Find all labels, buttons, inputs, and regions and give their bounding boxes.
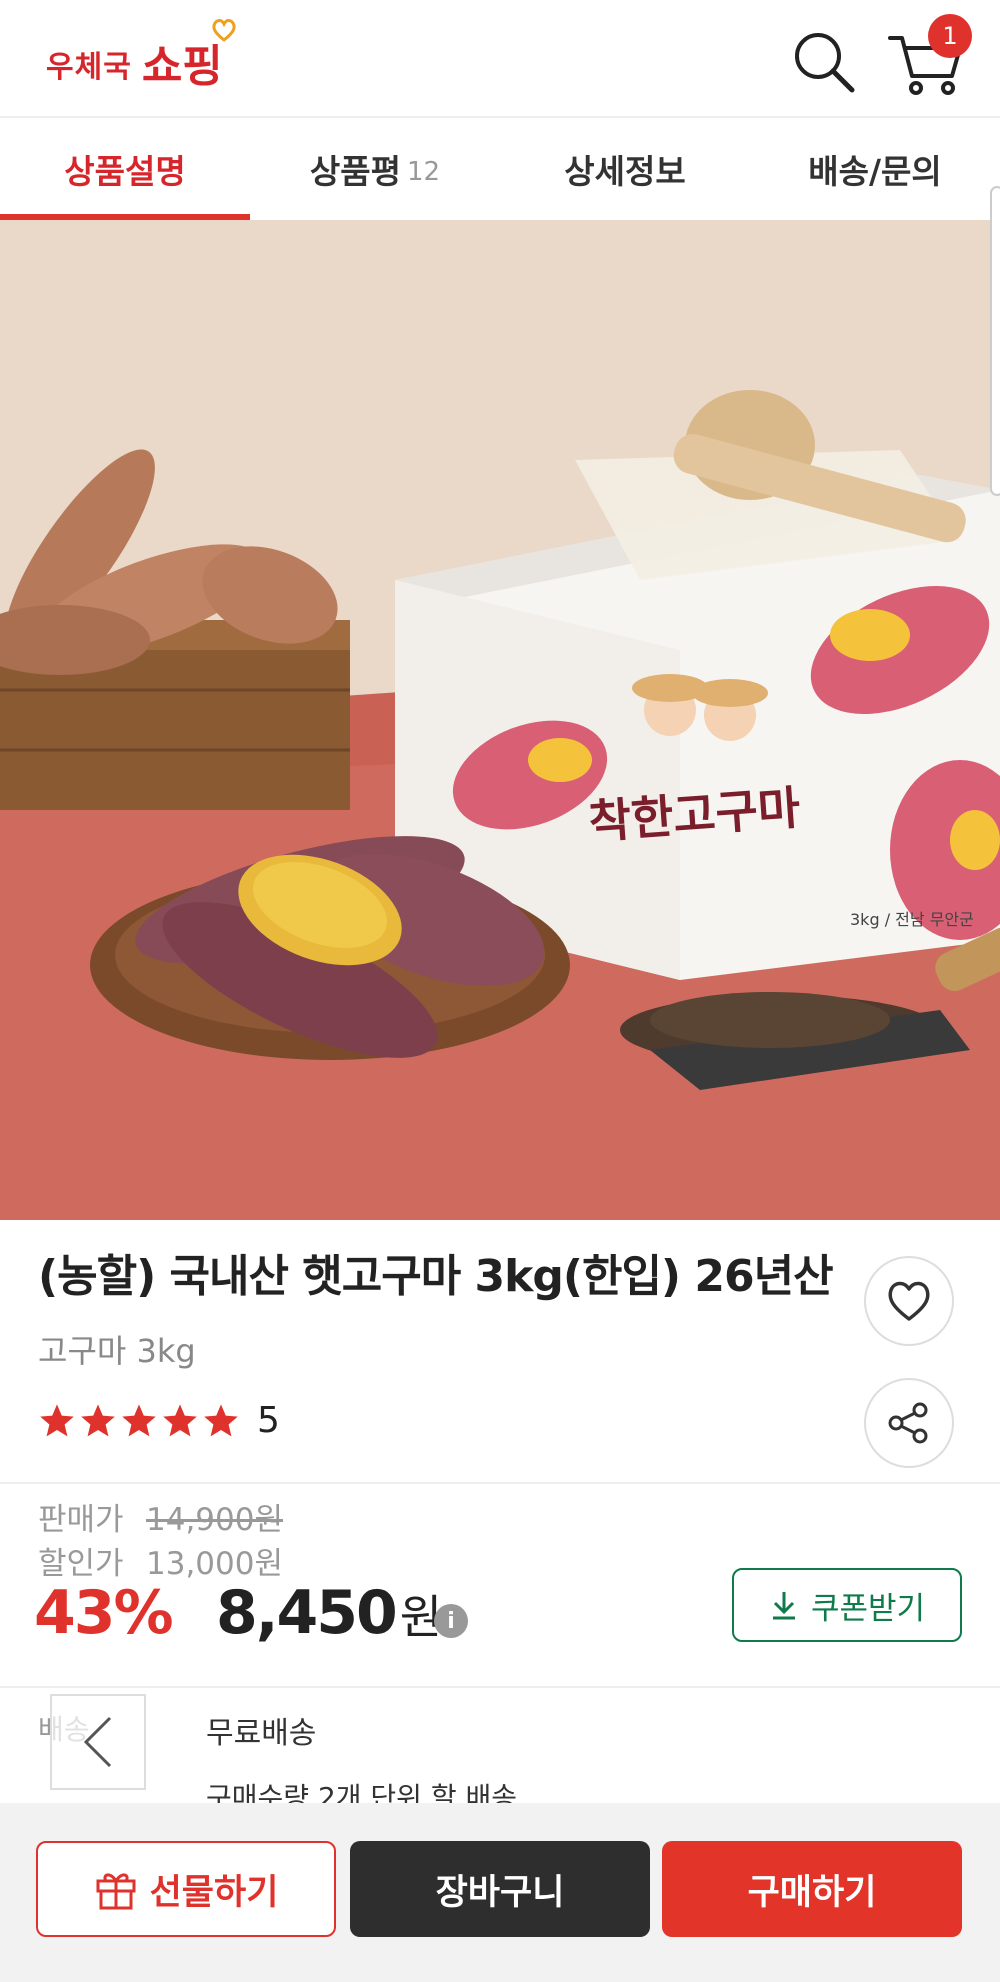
gift-button[interactable]: 선물하기 [36,1841,336,1937]
product-photo: 착한고구마 3kg / 전남 무안군 [0,220,1000,1220]
logo-brand-large: 쇼핑 [141,19,236,94]
star-icon [40,1403,74,1436]
bottom-action-bar: 선물하기 장바구니 구매하기 [0,1803,1000,1982]
tab-label: 상품평 [309,152,401,191]
rating-stars [38,1402,243,1440]
star-icon [163,1403,197,1436]
add-to-cart-button[interactable]: 장바구니 [350,1841,650,1937]
divider [0,1482,1000,1484]
rating-score: 5 [257,1400,280,1441]
divider [0,1686,1000,1688]
search-icon [795,33,855,93]
cart-count-badge: 1 [928,14,972,58]
tab-shipping-inquiry[interactable]: 배송/문의 [750,118,1000,220]
product-title: (농할) 국내산 햇고구마 3kg(한입) 26년산 [38,1251,834,1302]
tab-label: 상세정보 [564,152,686,191]
gift-label: 선물하기 [149,1872,279,1913]
app-header: 우체국 쇼핑 1 [0,0,1000,118]
final-price-value: 8,450 [216,1578,398,1648]
coupon-download-button[interactable]: 쿠폰받기 [732,1568,962,1642]
buy-now-button[interactable]: 구매하기 [662,1841,962,1937]
search-button[interactable] [790,28,856,94]
star-icon [81,1403,115,1436]
tab-label: 상품설명 [64,152,186,191]
side-scroll-handle[interactable] [990,186,1000,496]
product-subtitle: 고구마 3kg [38,1332,196,1370]
tab-label: 배송/문의 [808,152,942,191]
product-image: 착한고구마 3kg / 전남 무안군 [0,220,1000,1220]
tab-description[interactable]: 상품설명 [0,118,250,220]
final-price: 8,450원 [216,1578,442,1648]
price-info-icon[interactable]: i [434,1604,468,1638]
chevron-left-icon [83,1716,112,1768]
share-icon [888,1402,928,1444]
heart-icon [888,1281,930,1321]
discount-price-label: 할인가 [38,1546,124,1582]
logo-brand-small: 우체국 [46,50,132,85]
star-icon [122,1403,156,1436]
discount-price-row: 할인가 13,000원 [38,1538,283,1583]
original-price-label: 판매가 [38,1502,124,1538]
heart-icon [212,19,236,42]
box-spec-text: 3kg / 전남 무안군 [850,910,974,929]
rating: 5 [38,1400,280,1441]
star-icon [204,1403,238,1436]
wishlist-button[interactable] [864,1256,954,1346]
coupon-label: 쿠폰받기 [810,1590,926,1627]
product-tabs: 상품설명 상품평 12 상세정보 배송/문의 [0,118,1000,220]
original-price-value: 14,900원 [146,1502,283,1538]
share-button[interactable] [864,1378,954,1468]
back-button[interactable] [50,1694,146,1790]
tab-reviews[interactable]: 상품평 12 [250,118,500,220]
logo-brand-large-text: 쇼핑 [141,41,223,92]
shipping-value: 무료배송 [206,1716,317,1751]
review-count: 12 [407,157,441,187]
original-price-row: 판매가 14,900원 [38,1494,283,1539]
tab-details[interactable]: 상세정보 [500,118,750,220]
logo[interactable]: 우체국 쇼핑 [46,19,236,94]
discount-price-value: 13,000원 [146,1546,283,1582]
gift-icon [96,1873,136,1910]
discount-rate: 43% [34,1578,174,1648]
download-icon [772,1592,795,1620]
